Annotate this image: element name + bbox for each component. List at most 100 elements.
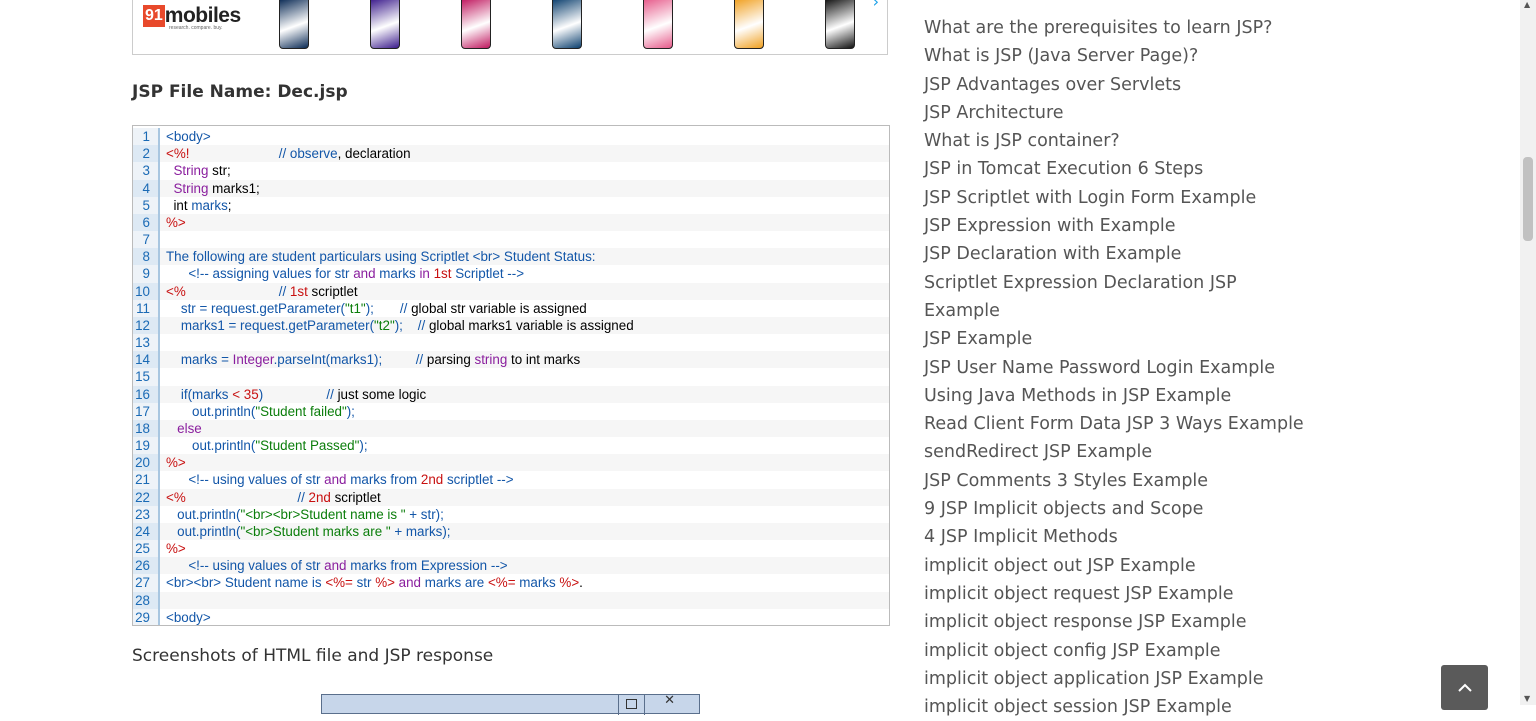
code-token: ;	[227, 197, 232, 213]
sidebar-link[interactable]: JSP Declaration with Example	[924, 240, 1314, 268]
line-number: 7	[133, 231, 160, 249]
code-token: and	[324, 472, 347, 488]
line-number: 13	[133, 334, 160, 352]
code-text: %>	[166, 454, 186, 471]
line-number: 20	[133, 454, 160, 472]
code-token: + marks);	[390, 523, 451, 539]
sidebar-link[interactable]: JSP Advantages over Servlets	[924, 71, 1314, 99]
line-number: 27	[133, 574, 160, 592]
sidebar-link[interactable]: JSP User Name Password Login Example	[924, 354, 1314, 382]
code-line: 5 int marks;	[133, 196, 889, 214]
code-token: global marks1 variable is assigned	[428, 317, 634, 333]
sidebar-link[interactable]: implicit object config JSP Example	[924, 637, 1314, 665]
sidebar-link[interactable]: implicit object application JSP Example	[924, 665, 1314, 693]
sidebar-link[interactable]: JSP Scriptlet with Login Form Example	[924, 184, 1314, 212]
sidebar-link[interactable]: implicit object out JSP Example	[924, 552, 1314, 580]
ad-next-arrow-icon[interactable]: ›	[873, 0, 879, 11]
sidebar-link[interactable]: JSP in Tomcat Execution 6 Steps	[924, 155, 1314, 183]
code-token: <%	[166, 283, 186, 299]
scroll-down-arrow-icon[interactable]: ▼	[1524, 694, 1530, 703]
code-line: 29 <body>	[133, 608, 889, 625]
code-token: "<br>Student marks are "	[240, 523, 391, 539]
code-line: 23 out.println("<br><br>Student name is …	[133, 505, 889, 523]
sidebar-link[interactable]: JSP Comments 3 Styles Example	[924, 467, 1314, 495]
sidebar-link[interactable]: JSP Expression with Example	[924, 212, 1314, 240]
code-line: 3 String str;	[133, 162, 889, 180]
sidebar-link[interactable]: sendRedirect JSP Example	[924, 438, 1314, 466]
line-number: 23	[133, 505, 160, 523]
sidebar-link[interactable]: Read Client Form Data JSP 3 Ways Example	[924, 410, 1314, 438]
ad-phone-image[interactable]	[279, 0, 309, 49]
sidebar-link[interactable]: implicit object session JSP Example	[924, 693, 1314, 721]
code-token: marks1 = request.getParameter(	[180, 317, 375, 333]
code-line: 10 <% // 1st scriptlet	[133, 282, 889, 300]
ad-phone-image[interactable]	[552, 0, 582, 49]
sidebar-link[interactable]: Scriptlet Expression Declaration JSP	[924, 269, 1314, 297]
ad-phone-image[interactable]	[825, 0, 855, 49]
code-line: 14 marks = Integer.parseInt(marks1); // …	[133, 351, 889, 369]
sidebar-link[interactable]: JSP Architecture	[924, 99, 1314, 127]
sidebar-link[interactable]: What are the prerequisites to learn JSP?	[924, 14, 1314, 42]
ad-logo-brand: mobiles	[164, 4, 241, 27]
ad-phone-image[interactable]	[643, 0, 673, 49]
page-scrollbar[interactable]: ▲ ▼	[1520, 0, 1536, 705]
code-text: marks = Integer.parseInt(marks1); // par…	[166, 351, 580, 368]
code-token: 2nd	[308, 489, 331, 505]
sidebar-link[interactable]: 9 JSP Implicit objects and Scope	[924, 495, 1314, 523]
code-text: <br><br> Student name is <%= str %> and …	[166, 574, 583, 591]
code-token: marks1;	[208, 180, 260, 196]
code-token: , declaration	[337, 146, 411, 162]
back-to-top-button[interactable]	[1441, 665, 1488, 710]
ad-phone-image[interactable]	[370, 0, 400, 49]
sidebar-link[interactable]: Example	[924, 297, 1314, 325]
code-token: %>	[559, 575, 580, 591]
code-token: str	[352, 575, 376, 591]
code-token: scriptlet	[330, 489, 381, 505]
line-number: 5	[133, 196, 160, 214]
code-line: 22 <% // 2nd scriptlet	[133, 488, 889, 506]
code-line: 25 %>	[133, 540, 889, 558]
code-token: 1st	[433, 266, 452, 282]
scroll-up-arrow-icon[interactable]: ▲	[1524, 0, 1530, 9]
code-token: <%	[166, 489, 186, 505]
code-token: The following are student particulars us…	[166, 249, 596, 265]
code-block: 1 <body> 2 <%! // observe, declaration 3 Str…	[132, 125, 890, 626]
code-token: <br><br> Student name is	[166, 575, 326, 591]
code-line: 28	[133, 591, 889, 609]
sidebar-link[interactable]: implicit object request JSP Example	[924, 580, 1314, 608]
ad-phone-image[interactable]	[734, 0, 764, 49]
code-token: <%=	[487, 575, 516, 591]
code-token: String	[173, 163, 209, 179]
code-token: %>	[375, 575, 395, 591]
window-divider	[618, 695, 619, 715]
sidebar-link[interactable]: Using Java Methods in JSP Example	[924, 382, 1314, 410]
line-number: 1	[133, 128, 160, 146]
ad-logo[interactable]: 91 mobiles	[143, 5, 241, 27]
line-number: 14	[133, 351, 160, 369]
code-token: out.println(	[192, 438, 256, 454]
sidebar-link[interactable]: 4 JSP Implicit Methods	[924, 523, 1314, 551]
scroll-thumb[interactable]	[1523, 157, 1533, 241]
sidebar-link[interactable]: implicit object response JSP Example	[924, 608, 1314, 636]
code-token: marks	[515, 575, 560, 591]
sidebar-link[interactable]: JSP Example	[924, 325, 1314, 353]
code-token: "t2"	[374, 317, 395, 333]
line-number: 17	[133, 402, 160, 420]
line-number: 28	[133, 591, 160, 609]
sidebar-link[interactable]: What is JSP (Java Server Page)?	[924, 42, 1314, 70]
code-token: <!-- using values of str	[188, 472, 325, 488]
ad-phone-image[interactable]	[461, 0, 491, 49]
sidebar-link[interactable]: What is JSP container?	[924, 127, 1314, 155]
code-line: 24 out.println("<br>Student marks are " …	[133, 522, 889, 541]
line-number: 26	[133, 557, 160, 575]
advertisement-banner[interactable]: 91 mobiles research. compare. buy. ›	[132, 0, 888, 55]
code-token: <%!	[166, 146, 190, 162]
